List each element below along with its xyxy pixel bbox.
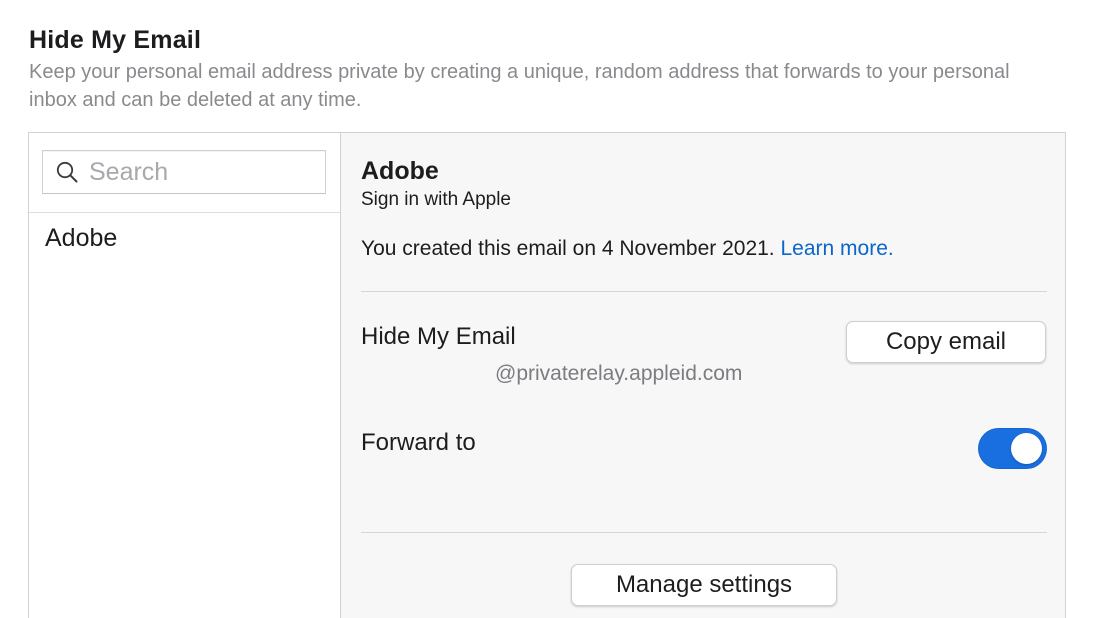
- sidebar-divider: [29, 212, 340, 213]
- forward-to-label: Forward to: [361, 429, 476, 456]
- email-list-panel: Adobe Adobe Sign in with Apple You creat…: [28, 132, 1066, 618]
- search-icon: [56, 161, 78, 183]
- email-address-value: @privaterelay.appleid.com: [495, 362, 743, 385]
- hide-my-email-label: Hide My Email: [361, 323, 516, 350]
- search-field[interactable]: [42, 150, 326, 194]
- detail-title: Adobe: [361, 157, 439, 185]
- detail-pane: Adobe Sign in with Apple You created thi…: [341, 133, 1065, 618]
- hide-my-email-page: Hide My Email Keep your personal email a…: [0, 0, 1102, 618]
- learn-more-link[interactable]: Learn more.: [781, 237, 894, 260]
- section-divider: [361, 291, 1047, 292]
- sidebar-item-adobe[interactable]: Adobe: [29, 217, 340, 259]
- sidebar-item-label: Adobe: [45, 224, 118, 252]
- sidebar: Adobe: [29, 133, 341, 618]
- copy-email-button[interactable]: Copy email: [846, 321, 1046, 363]
- created-info: You created this email on 4 November 202…: [361, 237, 894, 261]
- manage-settings-button[interactable]: Manage settings: [571, 564, 837, 606]
- created-text: You created this email on 4 November 202…: [361, 237, 775, 260]
- page-description: Keep your personal email address private…: [29, 61, 1010, 111]
- detail-subtitle: Sign in with Apple: [361, 189, 511, 210]
- toggle-knob: [1011, 433, 1042, 464]
- page-title: Hide My Email: [29, 26, 202, 54]
- search-input[interactable]: [89, 157, 319, 187]
- forward-to-toggle[interactable]: [978, 428, 1047, 469]
- section-divider: [361, 532, 1047, 533]
